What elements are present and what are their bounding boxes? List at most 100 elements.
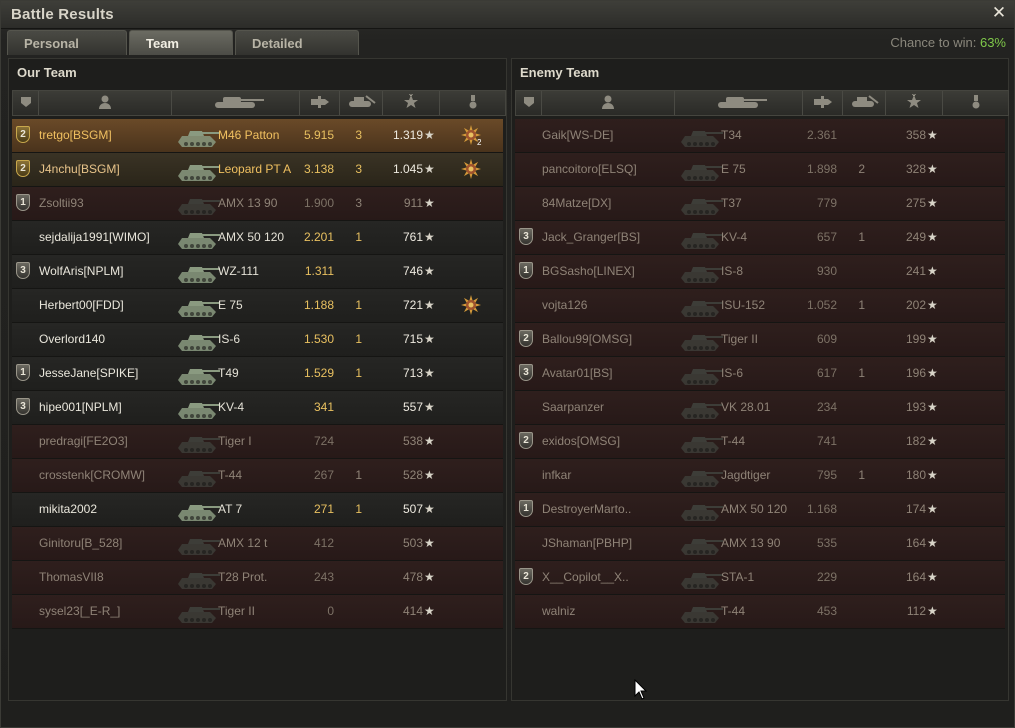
player-row[interactable]: pancoitoro[ELSQ] E 75 1.898 2 328 ★ xyxy=(515,153,1005,187)
platoon-badge-icon: 1 xyxy=(16,194,30,211)
experience-star-icon: ★ xyxy=(927,366,938,380)
tank-icon xyxy=(675,190,725,218)
player-row[interactable]: predragi[FE2O3] Tiger I 724 538 ★ xyxy=(12,425,503,459)
tank-icon xyxy=(172,122,222,150)
kills-value: 3 xyxy=(355,196,362,210)
tab-detailed-report[interactable]: Detailed Report xyxy=(235,30,359,76)
player-row[interactable]: 2 tretgo[BSGM] M46 Patton 5.915 3 1.319 ★ 2 xyxy=(12,119,503,153)
player-row[interactable]: mikita2002 AT 7 271 1 507 ★ xyxy=(12,493,503,527)
player-row[interactable]: Overlord140 IS-6 1.530 1 715 ★ xyxy=(12,323,503,357)
damage-value: 609 xyxy=(816,332,837,346)
player-row[interactable]: 1 BGSasho[LINEX] IS-8 930 241 ★ xyxy=(515,255,1005,289)
damage-shell-icon xyxy=(813,95,833,112)
platoon-badge-slot xyxy=(519,194,537,213)
player-row[interactable]: 2 Ballou99[OMSG] Tiger II 609 199 ★ xyxy=(515,323,1005,357)
player-row[interactable]: 2 exidos[OMSG] T-44 741 182 ★ xyxy=(515,425,1005,459)
experience-star-icon: ★ xyxy=(927,196,938,210)
column-header-experience-star[interactable]: ⌄ xyxy=(383,90,440,115)
column-header-tank[interactable] xyxy=(675,91,803,115)
player-row[interactable]: 2 J4nchu[BSGM] Leopard PT A 3.138 3 1.045 ★ xyxy=(12,153,503,187)
column-header-damage-shell[interactable] xyxy=(803,91,843,115)
medal-icon xyxy=(468,94,478,113)
platoon-badge-slot xyxy=(16,330,34,349)
player-name: vojta126 xyxy=(542,298,588,312)
player-row[interactable]: 3 WolfAris[NPLM] WZ-111 1.311 746 ★ xyxy=(12,255,503,289)
battle-results-window: Battle Results ✕ Personal Score Team Sco… xyxy=(0,0,1015,728)
player-row[interactable]: walniz T-44 453 112 ★ xyxy=(515,595,1005,629)
platoon-badge-slot xyxy=(16,296,34,315)
damage-value: 535 xyxy=(816,536,837,550)
player-row[interactable]: JShaman[PBHP] AMX 13 90 535 164 ★ xyxy=(515,527,1005,561)
player-name: DestroyerMarto.. xyxy=(542,502,632,516)
squad-badge-icon xyxy=(19,95,33,112)
player-row[interactable]: sejdalija1991[WIMO] AMX 50 120 2.201 1 761 ★ xyxy=(12,221,503,255)
experience-value: 164 xyxy=(905,536,926,550)
player-row[interactable]: Gaik[WS-DE] T34 2.361 358 ★ xyxy=(515,119,1005,153)
player-row[interactable]: infkar Jagdtiger 795 1 180 ★ xyxy=(515,459,1005,493)
experience-value: 164 xyxy=(905,570,926,584)
experience-star-icon: ★ xyxy=(424,298,435,312)
kills-value xyxy=(845,493,865,526)
kills-value xyxy=(342,425,362,458)
player-name: Ballou99[OMSG] xyxy=(542,332,633,346)
player-name: JesseJane[SPIKE] xyxy=(39,366,139,380)
medal-icon xyxy=(971,94,981,113)
platoon-badge-slot xyxy=(16,228,34,247)
close-icon[interactable]: ✕ xyxy=(990,4,1008,22)
damage-value: 1.311 xyxy=(304,264,334,278)
kills-value: 2 xyxy=(858,162,865,176)
column-header-tank[interactable] xyxy=(172,91,300,115)
column-header-medal[interactable] xyxy=(943,91,1008,115)
player-row[interactable]: 1 Zsoltii93 AMX 13 90 1.900 3 911 ★ xyxy=(12,187,503,221)
tab-team-score[interactable]: Team Score xyxy=(129,30,233,76)
player-name: sejdalija1991[WIMO] xyxy=(39,230,150,244)
damage-value: 2.361 xyxy=(806,128,837,142)
tank-icon xyxy=(675,428,725,456)
column-header-medal[interactable] xyxy=(440,91,505,115)
column-header-squad-badge[interactable] xyxy=(516,91,542,115)
experience-star-icon: ★ xyxy=(424,366,435,380)
player-row[interactable]: 2 X__Copilot__X.. STA-1 229 164 ★ xyxy=(515,561,1005,595)
player-row[interactable]: 1 DestroyerMarto.. AMX 50 120 1.168 174 ★ xyxy=(515,493,1005,527)
column-header-squad-badge[interactable] xyxy=(13,91,39,115)
player-row[interactable]: sysel23[_E-R_] Tiger II 0 414 ★ xyxy=(12,595,503,629)
damage-value: 1.052 xyxy=(806,298,837,312)
enemy-team-rows: Gaik[WS-DE] T34 2.361 358 ★ pancoitoro[ELSQ] E… xyxy=(515,119,1005,629)
window-title: Battle Results xyxy=(11,6,114,23)
player-row[interactable]: ThomasVII8 T28 Prot. 243 478 ★ xyxy=(12,561,503,595)
tank-icon xyxy=(172,156,222,184)
platoon-badge-slot: 1 xyxy=(16,194,34,213)
damage-value: 1.529 xyxy=(303,366,334,380)
player-row[interactable]: 3 hipe001[NPLM] KV-4 341 557 ★ xyxy=(12,391,503,425)
column-header-kills-destroyed-tank[interactable] xyxy=(340,91,383,115)
player-row[interactable]: crosstenk[CROMW] T-44 267 1 528 ★ xyxy=(12,459,503,493)
player-name: tretgo[BSGM] xyxy=(39,128,112,142)
column-header-player[interactable] xyxy=(542,91,675,115)
experience-star-icon: ★ xyxy=(927,230,938,244)
player-row[interactable]: vojta126 ISU-152 1.052 1 202 ★ xyxy=(515,289,1005,323)
player-row[interactable]: Ginitoru[B_528] AMX 12 t 412 503 ★ xyxy=(12,527,503,561)
experience-value: 112 xyxy=(906,604,926,618)
player-row[interactable]: Saarpanzer VK 28.01 234 193 ★ xyxy=(515,391,1005,425)
player-row[interactable]: 1 JesseJane[SPIKE] T49 1.529 1 713 ★ xyxy=(12,357,503,391)
column-header-experience-star[interactable]: ⌄ xyxy=(886,90,943,115)
column-header-kills-destroyed-tank[interactable] xyxy=(843,91,886,115)
damage-value: 1.530 xyxy=(303,332,334,346)
kills-value: 1 xyxy=(858,230,865,244)
experience-star-icon: ★ xyxy=(927,128,938,142)
player-row[interactable]: 3 Jack_Granger[BS] KV-4 657 1 249 ★ xyxy=(515,221,1005,255)
experience-star-icon: ★ xyxy=(927,536,938,550)
damage-shell-icon xyxy=(310,95,330,112)
player-row[interactable]: Herbert00[FDD] E 75 1.188 1 721 ★ xyxy=(12,289,503,323)
column-header-player[interactable] xyxy=(39,91,172,115)
kills-value: 1 xyxy=(858,468,865,482)
player-row[interactable]: 84Matze[DX] T37 779 275 ★ xyxy=(515,187,1005,221)
kills-value xyxy=(845,527,865,560)
player-row[interactable]: 3 Avatar01[BS] IS-6 617 1 196 ★ xyxy=(515,357,1005,391)
tank-icon xyxy=(675,598,725,626)
kills-value xyxy=(845,255,865,288)
tank-icon xyxy=(172,394,222,422)
column-header-damage-shell[interactable] xyxy=(300,91,340,115)
experience-value: 721 xyxy=(402,298,423,312)
tab-personal-score[interactable]: Personal Score xyxy=(7,30,127,76)
